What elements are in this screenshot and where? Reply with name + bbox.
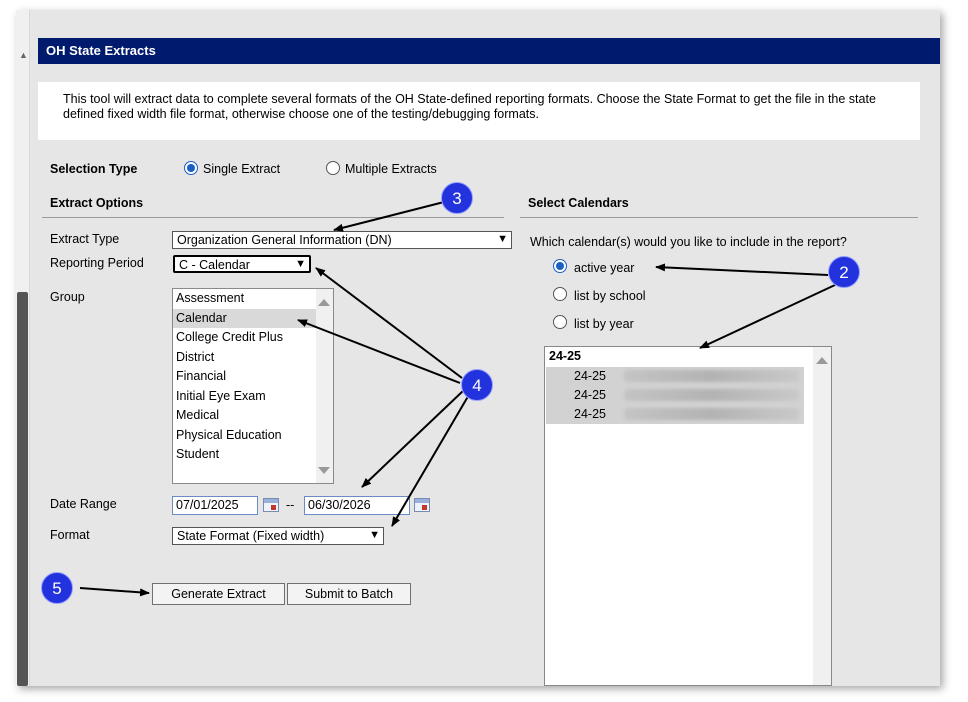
callout-badge-5: 5 [41, 572, 73, 604]
arrow-icon [79, 587, 150, 597]
arrow-icon [361, 389, 465, 488]
arrow-icon [391, 392, 471, 527]
callout-badge-3: 3 [441, 182, 473, 214]
arrow-icon [655, 263, 829, 276]
arrow-icon [315, 267, 463, 379]
arrow-icon [699, 284, 836, 349]
arrow-icon [333, 201, 445, 232]
callout-badge-4: 4 [461, 369, 493, 401]
annotation-arrows [79, 201, 836, 597]
arrow-icon [297, 319, 461, 384]
callout-badge-2: 2 [828, 256, 860, 288]
